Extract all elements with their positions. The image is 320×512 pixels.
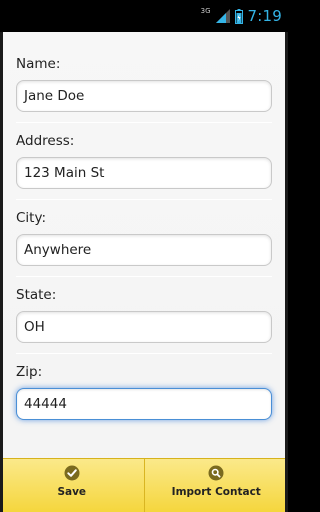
contact-form-screen: Name: Jane Doe Address: 123 Main St City… xyxy=(0,32,288,512)
state-label: State: xyxy=(16,287,57,303)
status-icons: 3G 7:19 xyxy=(201,5,282,27)
check-circle-icon xyxy=(64,465,80,481)
save-label: Save xyxy=(57,486,87,498)
signal-strength-icon xyxy=(215,9,230,23)
name-field-group: Name: Jane Doe xyxy=(4,32,284,112)
save-button[interactable]: Save xyxy=(0,459,144,512)
zip-label: Zip: xyxy=(16,364,43,380)
address-label: Address: xyxy=(16,133,75,149)
search-circle-icon xyxy=(208,465,224,481)
battery-icon xyxy=(234,8,243,24)
contact-form: Name: Jane Doe Address: 123 Main St City… xyxy=(0,32,288,458)
city-field-group: City: Anywhere xyxy=(4,186,284,266)
status-bar: 3G 7:19 xyxy=(0,0,288,32)
zip-input[interactable]: 44444 xyxy=(16,388,272,420)
import-contact-label: Import Contact xyxy=(171,486,261,498)
screen-bezel-left xyxy=(0,32,3,512)
clock: 7:19 xyxy=(247,7,282,25)
zip-field-group: Zip: 44444 xyxy=(4,340,284,420)
state-field-group: State: OH xyxy=(4,263,284,343)
import-contact-button[interactable]: Import Contact xyxy=(143,459,289,512)
name-label: Name: xyxy=(16,56,61,72)
bottom-toolbar: Save Import Contact xyxy=(0,458,288,512)
city-input[interactable]: Anywhere xyxy=(16,234,272,266)
phone-screen: 3G 7:19 Name: Jane Doe Address: 123 Main… xyxy=(0,0,288,512)
screen-bezel-right xyxy=(285,32,288,512)
state-input[interactable]: OH xyxy=(16,311,272,343)
city-label: City: xyxy=(16,210,47,226)
address-field-group: Address: 123 Main St xyxy=(4,109,284,189)
address-input[interactable]: 123 Main St xyxy=(16,157,272,189)
name-input[interactable]: Jane Doe xyxy=(16,80,272,112)
network-type-label: 3G xyxy=(200,7,211,15)
